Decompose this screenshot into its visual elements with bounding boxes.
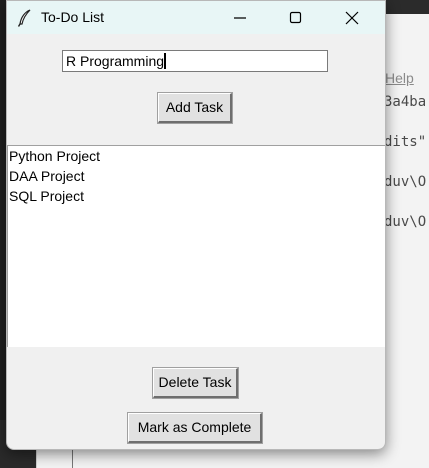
list-item[interactable]: SQL Project: [9, 186, 84, 206]
title-bar[interactable]: To-Do List: [7, 1, 385, 34]
maximize-icon: [289, 11, 302, 24]
maximize-button[interactable]: [273, 1, 319, 34]
list-item[interactable]: Python Project: [9, 146, 100, 166]
mark-complete-button[interactable]: Mark as Complete: [127, 412, 263, 444]
todo-window: To-Do List R Programming Add Task Python…: [6, 0, 386, 450]
list-item[interactable]: DAA Project: [9, 166, 84, 186]
background-help-menu[interactable]: Help: [385, 70, 414, 86]
add-task-button[interactable]: Add Task: [157, 92, 233, 124]
task-input[interactable]: R Programming: [62, 50, 328, 72]
background-code-line: duv\O: [384, 174, 427, 190]
window-title: To-Do List: [41, 9, 105, 25]
task-listbox[interactable]: Python Project DAA Project SQL Project: [7, 145, 385, 347]
minimize-button[interactable]: [217, 1, 263, 34]
minimize-icon: [234, 17, 246, 19]
task-input-value: R Programming: [66, 53, 165, 69]
close-button[interactable]: [329, 1, 375, 34]
text-cursor: [164, 53, 167, 69]
close-icon: [345, 11, 359, 25]
feather-icon: [17, 9, 31, 27]
background-divider: [72, 448, 73, 468]
background-code-line: duv\O: [384, 214, 427, 230]
delete-task-button[interactable]: Delete Task: [152, 367, 239, 399]
background-code-line: 3a4ba: [384, 94, 427, 110]
background-code-line: dits": [384, 134, 427, 150]
